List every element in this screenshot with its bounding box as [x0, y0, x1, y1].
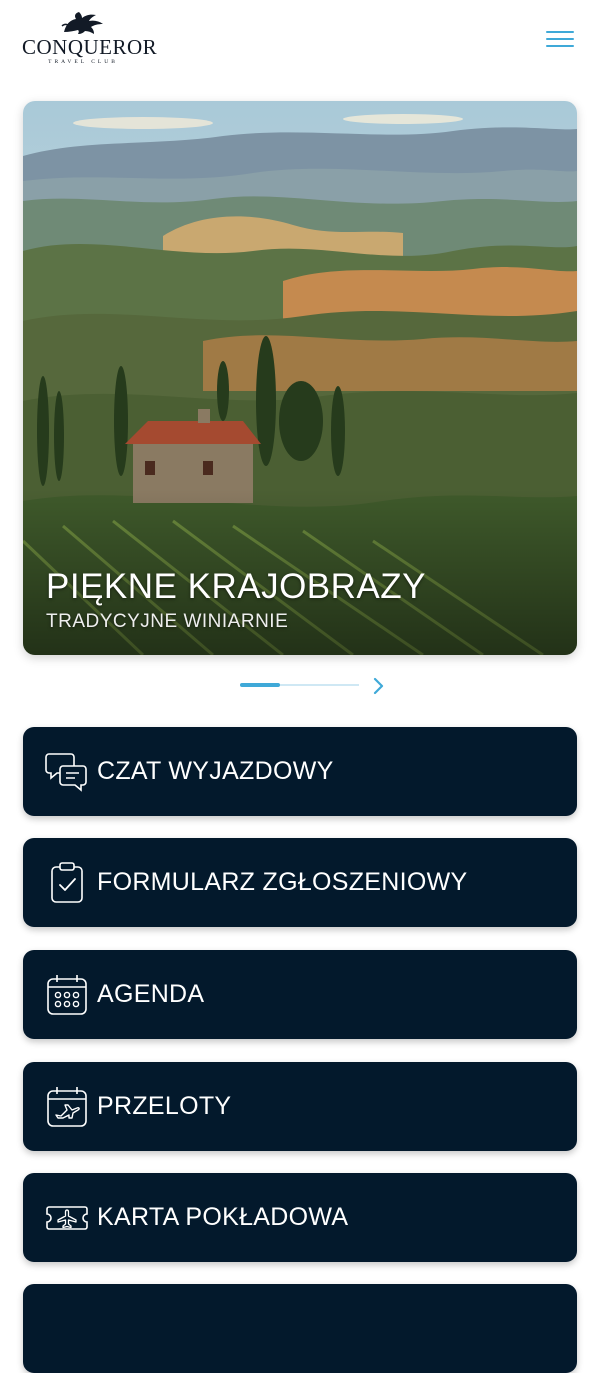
tile-partial[interactable] — [23, 1284, 577, 1373]
boarding-pass-icon — [46, 1206, 88, 1230]
logo-name: CONQUEROR — [22, 35, 158, 59]
pagination-progress — [240, 683, 281, 687]
logo-subtitle: TRAVEL CLUB — [48, 59, 118, 65]
tile-label: FORMULARZ ZGŁOSZENIOWY — [97, 868, 468, 896]
clipboard-check-icon — [51, 862, 83, 903]
calendar-icon — [47, 975, 87, 1015]
tile-karta-pokladowa[interactable]: KARTA POKŁADOWA — [23, 1173, 577, 1262]
tile-label: PRZELOTY — [97, 1092, 232, 1120]
logo[interactable]: CONQUEROR TRAVEL CLUB — [22, 10, 158, 72]
calendar-plane-icon — [47, 1087, 87, 1127]
tile-label: KARTA POKŁADOWA — [97, 1203, 349, 1231]
hamburger-menu-icon[interactable] — [546, 30, 576, 50]
hero-title: PIĘKNE KRAJOBRAZY — [46, 567, 426, 606]
chevron-right-icon[interactable] — [370, 676, 388, 696]
tile-agenda[interactable]: AGENDA — [23, 950, 577, 1039]
hero-subtitle: TRADYCYJNE WINIARNIE — [46, 611, 289, 632]
app-header: CONQUEROR TRAVEL CLUB — [0, 0, 600, 86]
tile-label: AGENDA — [97, 980, 205, 1008]
griffin-icon — [61, 12, 103, 34]
tile-przeloty[interactable]: PRZELOTY — [23, 1062, 577, 1151]
tile-formularz-zgloszeniowy[interactable]: FORMULARZ ZGŁOSZENIOWY — [23, 838, 577, 927]
slider-pagination — [240, 676, 390, 696]
chat-bubbles-icon — [45, 753, 87, 792]
tile-label: CZAT WYJAZDOWY — [97, 757, 334, 785]
hero-slide[interactable]: PIĘKNE KRAJOBRAZY TRADYCYJNE WINIARNIE — [23, 101, 577, 655]
tile-czat-wyjazdowy[interactable]: CZAT WYJAZDOWY — [23, 727, 577, 816]
